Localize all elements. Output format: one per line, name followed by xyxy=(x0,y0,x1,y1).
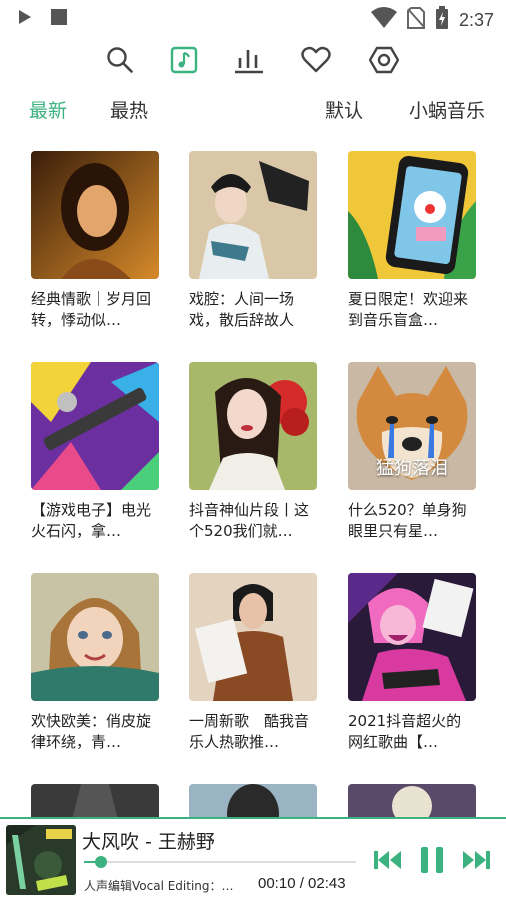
playlist-cover xyxy=(348,573,476,701)
playlist-title: 一周新歌 酷我音乐人热歌推… xyxy=(189,712,310,751)
playlist-title: 经典情歌｜岁月回转，悸动似… xyxy=(31,290,152,329)
playlist-card[interactable]: 一周新歌 酷我音乐人热歌推… xyxy=(189,573,317,753)
playback-time: 00:10 / 02:43 xyxy=(258,875,346,892)
playlist-title: 抖音神仙片段丨这个520我们就… xyxy=(189,501,310,540)
playlist-cover-text: 猛狗落泪 xyxy=(376,458,448,479)
search-icon[interactable] xyxy=(100,40,140,80)
battery-charging-icon xyxy=(435,6,449,34)
chart-icon[interactable] xyxy=(229,40,269,80)
now-playing-bar[interactable]: 大风吹 - 王赫野 人声编辑Vocal Editing：… 00:10 / 02… xyxy=(0,817,506,900)
music-library-icon[interactable] xyxy=(164,40,204,80)
playlist-cover xyxy=(189,362,317,490)
status-time: 2:37 xyxy=(458,9,494,30)
play-icon xyxy=(18,9,32,29)
playlist-cover xyxy=(189,151,317,279)
tab-default[interactable]: 默认 xyxy=(325,96,363,123)
progress-knob[interactable] xyxy=(94,856,107,868)
playlist-title: 欢快欧美：俏皮旋律环绕，青… xyxy=(31,712,152,751)
playlist-card[interactable]: 2021抖音超火的网红歌曲【… xyxy=(348,573,476,753)
tab-bar: 最新 最热 默认 小蜗音乐 xyxy=(0,96,506,130)
next-icon[interactable] xyxy=(458,845,494,875)
song-subtitle: 人声编辑Vocal Editing：… xyxy=(84,879,234,893)
playlist-cover xyxy=(189,573,317,701)
playlist-cover: 猛狗落泪 xyxy=(348,362,476,490)
playlist-title: 夏日限定！欢迎来到音乐盲盒… xyxy=(348,290,469,329)
playlist-title: 2021抖音超火的网红歌曲【… xyxy=(348,712,462,751)
playlist-card[interactable]: 戏腔：人间一场戏，散后辞故人 xyxy=(189,151,317,331)
stop-square-icon xyxy=(50,8,68,30)
now-playing-cover[interactable] xyxy=(6,825,76,895)
playlist-card[interactable]: 【游戏电子】电光火石闪，拿… xyxy=(31,362,159,542)
previous-icon[interactable] xyxy=(370,845,406,875)
playlist-title: 戏腔：人间一场戏，散后辞故人 xyxy=(189,290,295,329)
playlist-cover xyxy=(31,362,159,490)
wifi-icon xyxy=(370,7,397,33)
pause-icon[interactable] xyxy=(414,845,450,875)
status-bar: 2:37 xyxy=(0,0,506,34)
tab-source[interactable]: 小蜗音乐 xyxy=(409,96,485,123)
heart-icon[interactable] xyxy=(296,40,336,80)
song-title: 大风吹 - 王赫野 xyxy=(82,831,215,853)
playlist-title: 什么520？单身狗眼里只有星… xyxy=(348,501,467,540)
progress-bar[interactable] xyxy=(84,856,356,868)
tab-hottest[interactable]: 最热 xyxy=(110,96,148,123)
playlist-cover xyxy=(31,151,159,279)
playlist-cover xyxy=(31,573,159,701)
playlist-card[interactable]: 欢快欧美：俏皮旋律环绕，青… xyxy=(31,573,159,753)
playlist-card[interactable]: 经典情歌｜岁月回转，悸动似… xyxy=(31,151,159,331)
no-sim-icon xyxy=(406,7,425,33)
settings-icon[interactable] xyxy=(364,40,404,80)
top-nav xyxy=(0,40,506,80)
tab-latest[interactable]: 最新 xyxy=(29,96,67,123)
playlist-card[interactable]: 夏日限定！欢迎来到音乐盲盒… xyxy=(348,151,476,331)
playlist-card[interactable]: 抖音神仙片段丨这个520我们就… xyxy=(189,362,317,542)
playlist-card[interactable]: 猛狗落泪 什么520？单身狗眼里只有星… xyxy=(348,362,476,542)
playlist-title: 【游戏电子】电光火石闪，拿… xyxy=(31,501,152,540)
playlist-cover xyxy=(348,151,476,279)
